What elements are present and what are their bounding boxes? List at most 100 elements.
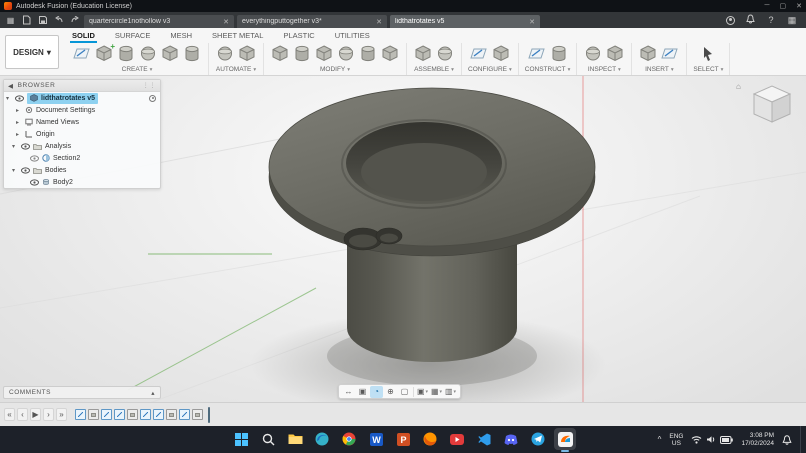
- doc-tab-quartercircle1nothollow[interactable]: quartercircle1nothollow v3 ✕: [84, 15, 234, 28]
- timeline-feature-sketch[interactable]: [101, 409, 112, 420]
- expand-icon[interactable]: ▸: [16, 107, 22, 114]
- create-sketch-button[interactable]: [72, 44, 92, 64]
- timeline-step-back-button[interactable]: ‹: [17, 408, 28, 421]
- vscode-icon[interactable]: [473, 428, 495, 450]
- display-settings-button[interactable]: ▣▾: [416, 386, 429, 398]
- tab-close-icon[interactable]: ✕: [376, 18, 382, 26]
- insert-mesh-button[interactable]: [638, 44, 658, 64]
- extensions-grid-icon[interactable]: ▦: [786, 15, 798, 26]
- file-icon[interactable]: [20, 14, 33, 26]
- ribbon-tab-plastic[interactable]: PLASTIC: [281, 28, 316, 43]
- telegram-icon[interactable]: [527, 428, 549, 450]
- configure-dropdown[interactable]: CONFIGURE ▾: [468, 66, 512, 73]
- browser-root-component[interactable]: ▾ lidthatrotates v5: [4, 92, 160, 104]
- wifi-icon[interactable]: [691, 435, 702, 444]
- timeline-feature-sketch[interactable]: [153, 409, 164, 420]
- fusion-taskbar-icon[interactable]: [554, 428, 576, 450]
- expand-icon[interactable]: ▾: [6, 95, 12, 102]
- combine-button[interactable]: [336, 44, 356, 64]
- panel-grip-icon[interactable]: ⋮⋮: [143, 82, 156, 89]
- expand-comments-icon[interactable]: ▴: [151, 389, 155, 397]
- browser-item-document-settings[interactable]: ▸ Document Settings: [4, 104, 160, 116]
- visibility-eye-icon[interactable]: [21, 143, 30, 150]
- timeline-feature-sketch[interactable]: [75, 409, 86, 420]
- section-analysis-button[interactable]: [605, 44, 625, 64]
- ribbon-tab-mesh[interactable]: MESH: [168, 28, 194, 43]
- firefox-browser-icon[interactable]: [419, 428, 441, 450]
- revolve-button[interactable]: [138, 44, 158, 64]
- tab-close-icon[interactable]: ✕: [223, 18, 229, 26]
- workspace-selector-design[interactable]: DESIGN ▾: [5, 35, 59, 69]
- 3d-viewport[interactable]: ⌂ ◀ BROWSER ⋮⋮ ▾ lidthatrotates v5: [0, 76, 806, 402]
- view-cube[interactable]: ⌂: [736, 80, 800, 130]
- expand-icon[interactable]: ▸: [16, 119, 22, 126]
- construct-dropdown[interactable]: CONSTRUCT ▾: [525, 66, 571, 73]
- expand-icon[interactable]: ▸: [16, 131, 22, 138]
- shell-button[interactable]: [314, 44, 334, 64]
- notification-bell-icon[interactable]: [782, 435, 792, 445]
- activate-component-radio[interactable]: [149, 95, 156, 102]
- automate-dropdown[interactable]: AUTOMATE ▾: [216, 66, 256, 73]
- timeline-feature-extrude[interactable]: [127, 409, 138, 420]
- press-pull-button[interactable]: [270, 44, 290, 64]
- search-icon[interactable]: [257, 428, 279, 450]
- doc-tab-lidthatrotates[interactable]: lidthatrotates v5 ✕: [390, 15, 540, 28]
- discord-icon[interactable]: [500, 428, 522, 450]
- modify-dropdown[interactable]: MODIFY ▾: [320, 66, 350, 73]
- browser-item-origin[interactable]: ▸ Origin: [4, 128, 160, 140]
- fillet-button[interactable]: [292, 44, 312, 64]
- create-dropdown[interactable]: CREATE ▾: [122, 66, 153, 73]
- word-icon[interactable]: W: [365, 428, 387, 450]
- inspect-dropdown[interactable]: INSPECT ▾: [588, 66, 621, 73]
- chrome-browser-icon[interactable]: [338, 428, 360, 450]
- construction-plane-button[interactable]: [527, 44, 547, 64]
- ribbon-tab-surface[interactable]: SURFACE: [113, 28, 152, 43]
- system-tray-icons[interactable]: [691, 435, 733, 444]
- joint-button[interactable]: [435, 44, 455, 64]
- help-icon[interactable]: ?: [765, 15, 777, 25]
- expand-icon[interactable]: ▾: [12, 167, 18, 174]
- configuration-table-button[interactable]: [491, 44, 511, 64]
- browser-item-named-views[interactable]: ▸ Named Views: [4, 116, 160, 128]
- timeline-feature-sketch[interactable]: [140, 409, 151, 420]
- volume-icon[interactable]: [706, 435, 716, 444]
- automate-button[interactable]: [215, 44, 235, 64]
- timeline-feature-extrude[interactable]: [166, 409, 177, 420]
- timeline-skip-start-button[interactable]: «: [4, 408, 15, 421]
- insert-canvas-button[interactable]: [660, 44, 680, 64]
- loft-button[interactable]: [182, 44, 202, 64]
- zoom-button[interactable]: ⊕: [384, 386, 397, 398]
- doc-tab-everythingputtogether[interactable]: everythingputtogether v3* ✕: [237, 15, 387, 28]
- timeline-play-button[interactable]: ▶: [30, 408, 41, 421]
- timeline-step-forward-button[interactable]: ›: [43, 408, 54, 421]
- viewports-button[interactable]: ▥▾: [444, 386, 457, 398]
- scripts-button[interactable]: [237, 44, 257, 64]
- user-avatar-icon[interactable]: [726, 16, 735, 25]
- look-at-button[interactable]: ▣: [356, 386, 369, 398]
- visibility-eye-icon[interactable]: [21, 167, 30, 174]
- ribbon-tab-utilities[interactable]: UTILITIES: [333, 28, 372, 43]
- offset-face-button[interactable]: [358, 44, 378, 64]
- split-body-button[interactable]: [380, 44, 400, 64]
- notifications-bell-icon[interactable]: [744, 14, 756, 26]
- start-button[interactable]: [230, 428, 252, 450]
- visibility-eye-icon[interactable]: [30, 155, 39, 162]
- file-explorer-icon[interactable]: [284, 428, 306, 450]
- timeline-position-marker[interactable]: [208, 407, 210, 423]
- pan-button[interactable]: ↔: [342, 386, 355, 398]
- fit-button[interactable]: ▢: [398, 386, 411, 398]
- visibility-eye-icon[interactable]: [30, 179, 39, 186]
- select-dropdown[interactable]: SELECT ▾: [693, 66, 723, 73]
- model-cylinder-body[interactable]: [347, 244, 517, 362]
- language-switcher[interactable]: ENG US: [669, 433, 683, 447]
- show-desktop-button[interactable]: [800, 426, 803, 453]
- battery-icon[interactable]: [720, 436, 733, 444]
- redo-icon[interactable]: [68, 14, 81, 26]
- construction-axis-button[interactable]: [549, 44, 569, 64]
- powerpoint-icon[interactable]: P: [392, 428, 414, 450]
- apps-grid-icon[interactable]: ▦: [4, 14, 17, 26]
- orbit-button[interactable]: ◔: [370, 386, 383, 398]
- new-component-button[interactable]: [94, 44, 114, 64]
- browser-panel-header[interactable]: ◀ BROWSER ⋮⋮: [4, 80, 160, 92]
- timeline-feature-sketch[interactable]: [179, 409, 190, 420]
